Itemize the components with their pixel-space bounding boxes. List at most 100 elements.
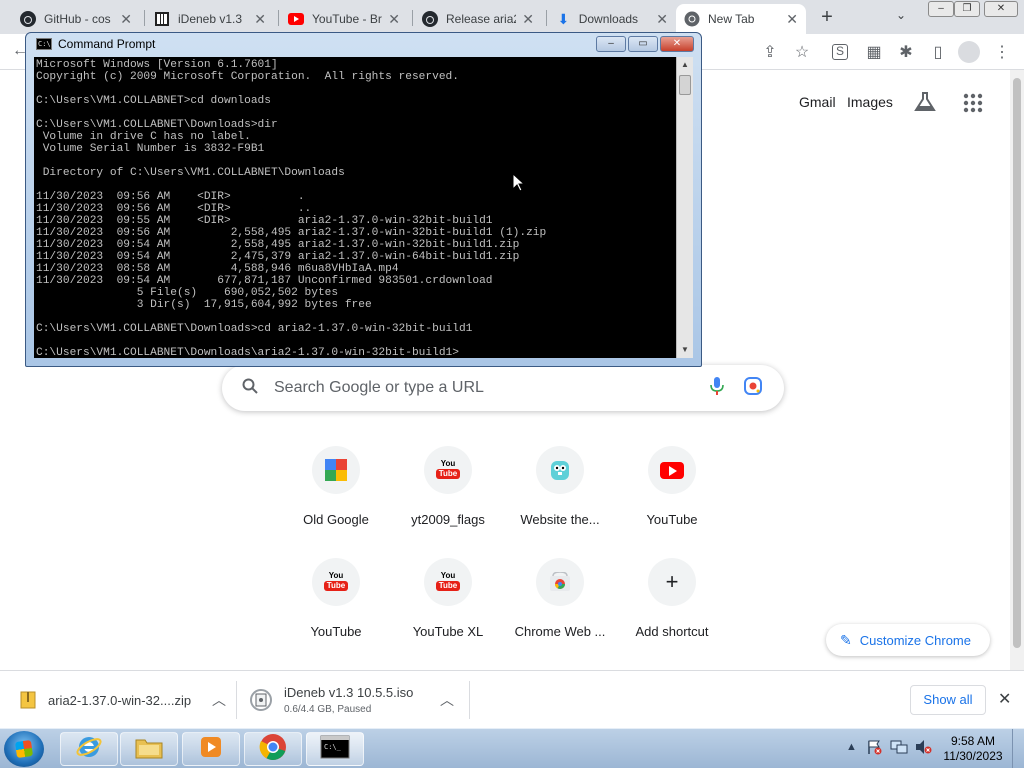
page-scrollbar[interactable] xyxy=(1010,70,1024,670)
media-player-icon xyxy=(198,734,224,765)
images-link[interactable]: Images xyxy=(847,94,893,110)
close-icon[interactable]: ✕ xyxy=(786,11,798,28)
cmd-maximize-button[interactable]: ▭ xyxy=(628,36,658,52)
add-shortcut-tile[interactable]: + Add shortcut xyxy=(616,550,728,658)
console-line: Directory of C:\Users\VM1.COLLABNET\Down… xyxy=(36,167,345,179)
console-line: 11/30/2023 09:56 AM 2,558,495 aria2-1.37… xyxy=(36,227,547,239)
google-lens-icon[interactable] xyxy=(744,377,762,400)
microphone-icon[interactable] xyxy=(710,377,724,400)
cmd-close-button[interactable]: ✕ xyxy=(660,36,694,52)
customize-label: Customize Chrome xyxy=(859,632,971,648)
internet-explorer-taskbar-button[interactable] xyxy=(60,732,118,766)
close-icon[interactable]: ✕ xyxy=(120,11,132,28)
download-status: 0.6/4.4 GB, Paused xyxy=(284,704,372,715)
chrome-taskbar-button[interactable] xyxy=(244,732,302,766)
tab-downloads[interactable]: ⬇ Downloads ✕ xyxy=(548,4,676,34)
close-icon[interactable]: ✕ xyxy=(388,11,400,28)
show-all-button[interactable]: Show all xyxy=(910,685,986,715)
shortcut-label: Old Google xyxy=(303,512,369,527)
explorer-taskbar-button[interactable] xyxy=(120,732,178,766)
customize-chrome-button[interactable]: ✎ Customize Chrome xyxy=(826,624,990,656)
shortcut-tile[interactable]: Website the... xyxy=(504,438,616,546)
apps-grid-icon[interactable] xyxy=(963,93,983,118)
console-line: C:\Users\VM1.COLLABNET\Downloads>dir xyxy=(36,119,278,131)
network-icon[interactable] xyxy=(890,739,908,758)
tab-divider xyxy=(278,10,279,26)
tab-new-tab[interactable]: New Tab ✕ xyxy=(676,4,806,34)
system-clock[interactable]: 9:58 AM 11/30/2023 xyxy=(938,734,1008,764)
scroll-up-arrow-icon[interactable]: ▲ xyxy=(677,57,693,73)
shortcut-tile[interactable]: YouTube xyxy=(616,438,728,546)
extensions-puzzle-icon[interactable]: ✱ xyxy=(896,42,916,62)
scroll-down-arrow-icon[interactable]: ▼ xyxy=(677,342,693,358)
search-box[interactable] xyxy=(222,365,784,411)
command-prompt-window[interactable]: C:\ Command Prompt – ▭ ✕ Microsoft Windo… xyxy=(25,32,702,367)
cmd-console-output[interactable]: Microsoft Windows [Version 6.1.7601] Cop… xyxy=(34,57,676,358)
download-item[interactable]: aria2-1.37.0-win-32....zip ︿ xyxy=(20,671,226,729)
media-player-taskbar-button[interactable] xyxy=(182,732,240,766)
labs-flask-icon[interactable] xyxy=(914,92,936,117)
scrollbar-thumb[interactable] xyxy=(1013,78,1021,648)
tab-youtube[interactable]: YouTube - Br ✕ xyxy=(280,4,408,34)
extension-s-icon[interactable]: S xyxy=(832,44,848,60)
tab-github[interactable]: GitHub - cos ✕ xyxy=(12,4,140,34)
volume-muted-icon[interactable] xyxy=(914,739,932,758)
show-hidden-icons-icon[interactable]: ▲ xyxy=(846,741,857,753)
search-input[interactable] xyxy=(274,375,694,401)
new-tab-button[interactable]: + xyxy=(816,6,838,29)
tab-title: YouTube - Br xyxy=(312,12,382,26)
show-desktop-button[interactable] xyxy=(1012,729,1024,768)
menu-kebab-icon[interactable]: ⋮ xyxy=(992,42,1012,62)
close-window-button[interactable]: ✕ xyxy=(984,1,1018,17)
gmail-link[interactable]: Gmail xyxy=(799,94,836,110)
download-item[interactable]: iDeneb v1.3 10.5.5.iso 0.6/4.4 GB, Pause… xyxy=(250,671,454,729)
minimize-button[interactable]: – xyxy=(928,1,954,17)
chevron-up-icon[interactable]: ︿ xyxy=(440,690,454,710)
shortcut-tile[interactable]: You Tube yt2009_flags xyxy=(392,438,504,546)
cmd-taskbar-button[interactable]: C:\_ xyxy=(306,732,364,766)
shortcut-label: YouTube xyxy=(310,624,362,639)
bookmark-star-icon[interactable]: ☆ xyxy=(792,42,812,62)
cmd-scrollbar[interactable]: ▲ ▼ xyxy=(676,57,693,358)
shortcut-tile[interactable]: You Tube YouTube xyxy=(280,550,392,658)
shortcut-tile[interactable]: You Tube YouTube XL xyxy=(392,550,504,658)
shortcut-tile[interactable]: Old Google xyxy=(280,438,392,546)
youtube-icon xyxy=(648,446,696,494)
console-line: 11/30/2023 09:54 AM 2,558,495 aria2-1.37… xyxy=(36,239,520,251)
cmd-minimize-button[interactable]: – xyxy=(596,36,626,52)
profile-avatar[interactable] xyxy=(958,41,980,63)
cmd-title: Command Prompt xyxy=(58,37,156,51)
console-line: 11/30/2023 08:58 AM 4,588,946 m6ua8VHbIa… xyxy=(36,263,399,275)
internet-explorer-icon xyxy=(75,733,103,766)
extension-grid-icon[interactable]: ▦ xyxy=(864,42,884,62)
share-icon[interactable]: ⇪ xyxy=(760,42,780,62)
close-icon[interactable]: ✕ xyxy=(998,689,1011,709)
cmd-scroll-thumb[interactable] xyxy=(679,75,691,95)
chevron-up-icon[interactable]: ︿ xyxy=(212,690,226,710)
action-center-flag-icon[interactable] xyxy=(866,739,882,758)
console-text: Microsoft Windows [Version 6.1.7601] Cop… xyxy=(34,57,676,358)
download-filename: iDeneb v1.3 10.5.5.iso xyxy=(284,685,414,700)
close-icon[interactable]: ✕ xyxy=(656,11,668,28)
close-icon[interactable]: ✕ xyxy=(522,11,534,28)
shortcut-label: Website the... xyxy=(520,512,600,527)
console-line: Volume in drive C has no label. xyxy=(36,131,251,143)
tab-title: iDeneb v1.3 xyxy=(178,12,243,26)
console-line: 11/30/2023 09:55 AM <DIR> aria2-1.37.0-w… xyxy=(36,215,493,227)
close-icon[interactable]: ✕ xyxy=(254,11,266,28)
start-button[interactable] xyxy=(4,731,44,767)
cmd-title-bar[interactable]: C:\ Command Prompt xyxy=(36,37,155,51)
restore-button[interactable]: ❐ xyxy=(954,1,980,17)
shortcut-label: Add shortcut xyxy=(635,624,709,639)
side-panel-icon[interactable]: ▯ xyxy=(928,42,948,62)
download-divider xyxy=(469,681,470,719)
zip-file-icon xyxy=(20,691,36,709)
shortcut-tile[interactable]: Chrome Web ... xyxy=(504,550,616,658)
tab-search-chevron-icon[interactable]: ⌄ xyxy=(896,8,906,22)
youtube-classic-icon: You Tube xyxy=(424,558,472,606)
tab-title: New Tab xyxy=(708,12,755,26)
download-shelf: aria2-1.37.0-win-32....zip ︿ iDeneb v1.3… xyxy=(0,670,1024,728)
tab-release-aria2[interactable]: Release aria2 ✕ xyxy=(414,4,542,34)
console-line: 5 File(s) 690,052,502 bytes xyxy=(36,287,339,299)
tab-ideneb[interactable]: iDeneb v1.3 ✕ xyxy=(146,4,274,34)
